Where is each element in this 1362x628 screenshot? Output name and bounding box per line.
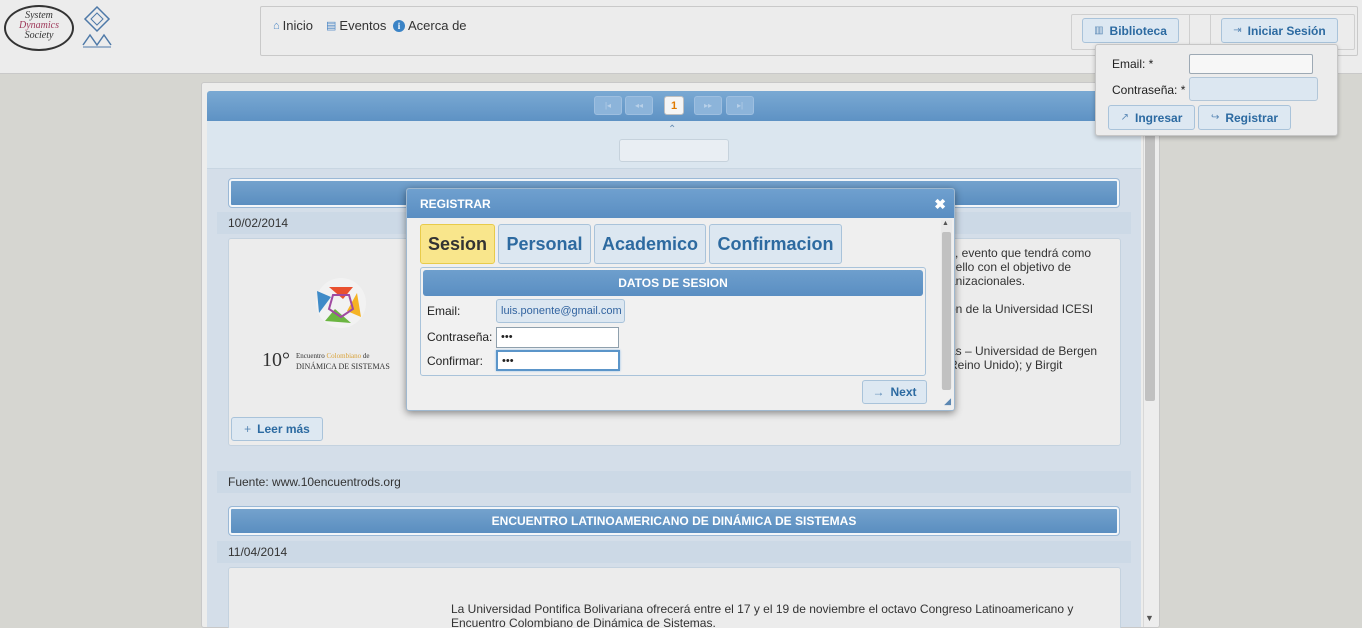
close-icon[interactable]: ✖ — [934, 189, 946, 219]
event-description: La Universidad Pontifica Bolivariana ofr… — [451, 602, 1074, 628]
last-page-button[interactable]: ▸| — [726, 96, 754, 115]
sign-in-icon: ⇥ — [1233, 25, 1242, 36]
button-label: Ingresar — [1135, 110, 1183, 125]
info-icon: i — [393, 19, 405, 32]
button-label: Iniciar Sesión — [1247, 23, 1326, 38]
login-password-label: Contraseña: * — [1112, 83, 1186, 97]
first-page-button[interactable]: |◂ — [594, 96, 622, 115]
event-body: La Universidad Pontifica Bolivariana ofr… — [228, 567, 1121, 628]
sign-in-icon: ↗ — [1120, 112, 1130, 123]
button-label: Biblioteca — [1109, 23, 1167, 38]
system-dynamics-society-logo[interactable]: System Dynamics Society — [4, 5, 74, 51]
plus-icon: + — [244, 422, 252, 436]
dialog-scrollbar-thumb[interactable] — [942, 232, 951, 390]
logo-text: System Dynamics Society — [19, 10, 59, 41]
ingresar-button[interactable]: ↗ Ingresar — [1108, 105, 1195, 130]
register-icon: ↪ — [1210, 112, 1220, 123]
read-more-button[interactable]: + Leer más — [231, 417, 323, 441]
logo-line1: Encuentro Colombiano de — [296, 352, 370, 360]
current-page[interactable]: 1 — [664, 96, 684, 115]
scroll-down-icon[interactable]: ▼ — [1145, 613, 1154, 623]
sort-select[interactable] — [619, 139, 729, 162]
nav-item-eventos[interactable]: ▤ Eventos — [326, 18, 386, 33]
arrow-right-icon: → — [872, 385, 885, 399]
email-label: Email: — [427, 304, 461, 318]
email-field[interactable]: luis.ponente@gmail.com — [496, 299, 625, 323]
nav-item-acerca[interactable]: i Acerca de — [393, 18, 467, 33]
login-button[interactable]: ⇥ Iniciar Sesión — [1221, 18, 1338, 43]
dialog-scrollbar[interactable]: ▲ — [941, 220, 952, 390]
registrar-button[interactable]: ↪ Registrar — [1198, 105, 1291, 130]
button-label: Next — [890, 385, 917, 399]
page-scrollbar-thumb[interactable] — [1145, 133, 1155, 401]
confirm-password-field[interactable]: ••• — [496, 350, 620, 371]
password-label: Contraseña: — [427, 330, 493, 344]
login-popup: Email: * Contraseña: * ↗ Ingresar ↪ Regi… — [1095, 44, 1338, 136]
pagination-bar: |◂ ◂◂ 1 ▸▸ ▸| — [207, 91, 1141, 121]
biblioteca-button[interactable]: ▥ Biblioteca — [1082, 18, 1179, 43]
resize-grip-icon[interactable]: ◢ — [944, 396, 951, 407]
calendar-icon: ▤ — [326, 20, 337, 32]
dialog-titlebar[interactable]: REGISTRAR — [407, 189, 954, 218]
tab-academico[interactable]: Academico — [594, 224, 706, 264]
nav-item-inicio[interactable]: ⌂ Inicio — [273, 18, 313, 33]
next-page-button[interactable]: ▸▸ — [694, 96, 722, 115]
next-button[interactable]: → Next — [862, 380, 927, 404]
password-field[interactable]: ••• — [496, 327, 619, 348]
event-description: s, evento que tendrá como , ello con el … — [949, 246, 1098, 372]
event-source: Fuente: www.10encuentrods.org — [217, 471, 1131, 493]
encuentro-logo: 10° Encuentro Colombiano de Dinámica de … — [239, 273, 409, 383]
encuentro-emblem-icon — [316, 278, 366, 328]
dialog-title: REGISTRAR — [420, 197, 491, 211]
nav-label: Inicio — [282, 18, 314, 33]
login-email-input[interactable] — [1189, 54, 1313, 74]
tab-confirmacion[interactable]: Confirmacion — [709, 224, 842, 264]
confirm-label: Confirmar: — [427, 354, 484, 368]
nav-label: Acerca de — [408, 18, 467, 33]
login-email-label: Email: * — [1112, 57, 1154, 71]
session-data-section: DATOS DE SESION Email: luis.ponente@gmai… — [420, 267, 926, 376]
button-label: Registrar — [1225, 110, 1279, 125]
login-password-input[interactable] — [1189, 77, 1318, 101]
tab-personal[interactable]: Personal — [498, 224, 591, 264]
sort-area: ⌃⌄ — [207, 121, 1141, 169]
library-icon: ▥ — [1094, 25, 1104, 36]
logo-line2: Dinámica de Sistemas — [296, 362, 390, 371]
prev-page-button[interactable]: ◂◂ — [625, 96, 653, 115]
event-title[interactable]: ENCUENTRO LATINOAMERICANO DE DINÁMICA DE… — [228, 506, 1120, 536]
partner-logo — [82, 5, 112, 48]
home-icon: ⌂ — [273, 19, 280, 32]
scroll-up-icon[interactable]: ▲ — [942, 220, 949, 227]
logo-number: 10° — [262, 349, 290, 371]
tab-sesion[interactable]: Sesion — [420, 224, 495, 264]
section-title: DATOS DE SESION — [423, 270, 923, 296]
nav-label: Eventos — [339, 18, 387, 33]
event-date: 11/04/2014 — [217, 541, 1131, 563]
button-label: Leer más — [257, 422, 310, 436]
register-dialog: REGISTRAR ✖ Sesion Personal Academico Co… — [406, 188, 955, 411]
